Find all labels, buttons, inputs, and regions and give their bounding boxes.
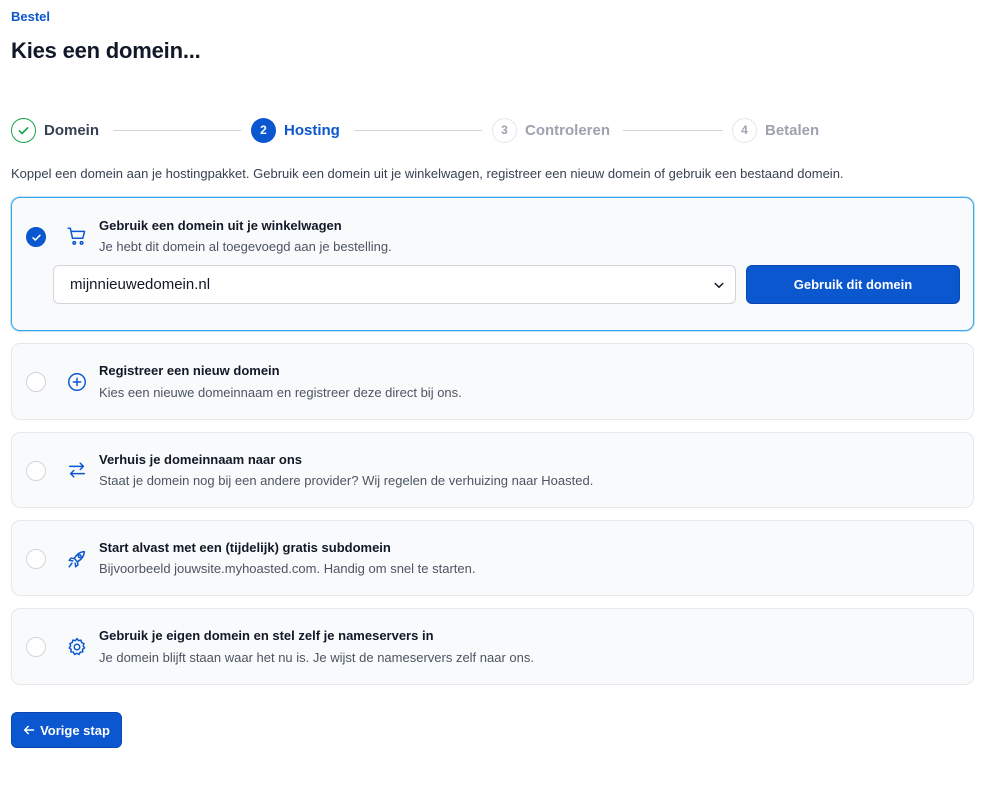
option-transfer-domain[interactable]: Verhuis je domeinnaam naar ons Staat je … [11, 432, 974, 508]
option-description: Je domein blijft staan waar het nu is. J… [99, 650, 534, 665]
option-radio[interactable] [26, 461, 46, 481]
option-radio[interactable] [26, 549, 46, 569]
arrow-left-icon [23, 725, 35, 735]
cart-icon [66, 225, 88, 247]
select-value: mijnnieuwedomein.nl [70, 276, 211, 293]
previous-step-button[interactable]: Vorige stap [11, 712, 122, 748]
option-register-domain[interactable]: Registreer een nieuw domein Kies een nie… [11, 343, 974, 420]
rocket-icon [66, 548, 88, 570]
intro-text: Koppel een domein aan je hostingpakket. … [11, 166, 844, 181]
step-connector [623, 130, 723, 131]
step-controleren: 3 Controleren [492, 117, 610, 143]
step-label: Controleren [525, 121, 611, 139]
option-title: Registreer een nieuw domein [99, 363, 280, 378]
option-description: Bijvoorbeeld jouwsite.myhoasted.com. Han… [99, 561, 476, 576]
step-label: Domein [44, 121, 100, 139]
page-title: Kies een domein... [11, 38, 201, 63]
step-domein[interactable]: Domein [11, 117, 99, 143]
option-description: Staat je domein nog bij een andere provi… [99, 473, 594, 488]
step-number: 3 [492, 117, 517, 143]
cart-domain-select[interactable]: mijnnieuwedomein.nl [53, 265, 736, 304]
option-cart-domain[interactable]: Gebruik een domein uit je winkelwagen Je… [11, 197, 974, 331]
step-number: 2 [251, 117, 276, 143]
step-label: Hosting [284, 121, 340, 139]
transfer-arrows-icon [66, 459, 88, 481]
option-radio[interactable] [26, 637, 46, 657]
previous-step-label: Vorige stap [40, 722, 110, 738]
option-title: Gebruik je eigen domein en stel zelf je … [99, 628, 434, 643]
step-label: Betalen [765, 121, 820, 139]
step-hosting[interactable]: 2 Hosting [251, 117, 340, 143]
option-title: Start alvast met een (tijdelijk) gratis … [99, 540, 391, 555]
chevron-down-icon [714, 282, 724, 288]
breadcrumb[interactable]: Bestel [11, 9, 50, 24]
option-own-nameservers[interactable]: Gebruik je eigen domein en stel zelf je … [11, 608, 974, 685]
use-domain-button[interactable]: Gebruik dit domein [746, 265, 960, 304]
option-description: Kies een nieuwe domeinnaam en registreer… [99, 385, 462, 400]
checkout-stepper: Domein 2 Hosting 3 Controleren 4 Betalen [11, 117, 971, 145]
option-radio[interactable] [26, 372, 46, 392]
step-betalen: 4 Betalen [732, 117, 819, 143]
option-title: Gebruik een domein uit je winkelwagen [99, 218, 342, 233]
gear-icon [66, 636, 88, 658]
option-radio[interactable] [26, 227, 46, 247]
plus-circle-icon [66, 371, 88, 393]
option-free-subdomain[interactable]: Start alvast met een (tijdelijk) gratis … [11, 520, 974, 596]
step-connector [354, 130, 482, 131]
check-icon [31, 234, 41, 241]
option-description: Je hebt dit domein al toegevoegd aan je … [99, 239, 392, 254]
step-connector [113, 130, 241, 131]
check-icon [11, 117, 36, 143]
step-number: 4 [732, 117, 757, 143]
option-title: Verhuis je domeinnaam naar ons [99, 452, 303, 467]
